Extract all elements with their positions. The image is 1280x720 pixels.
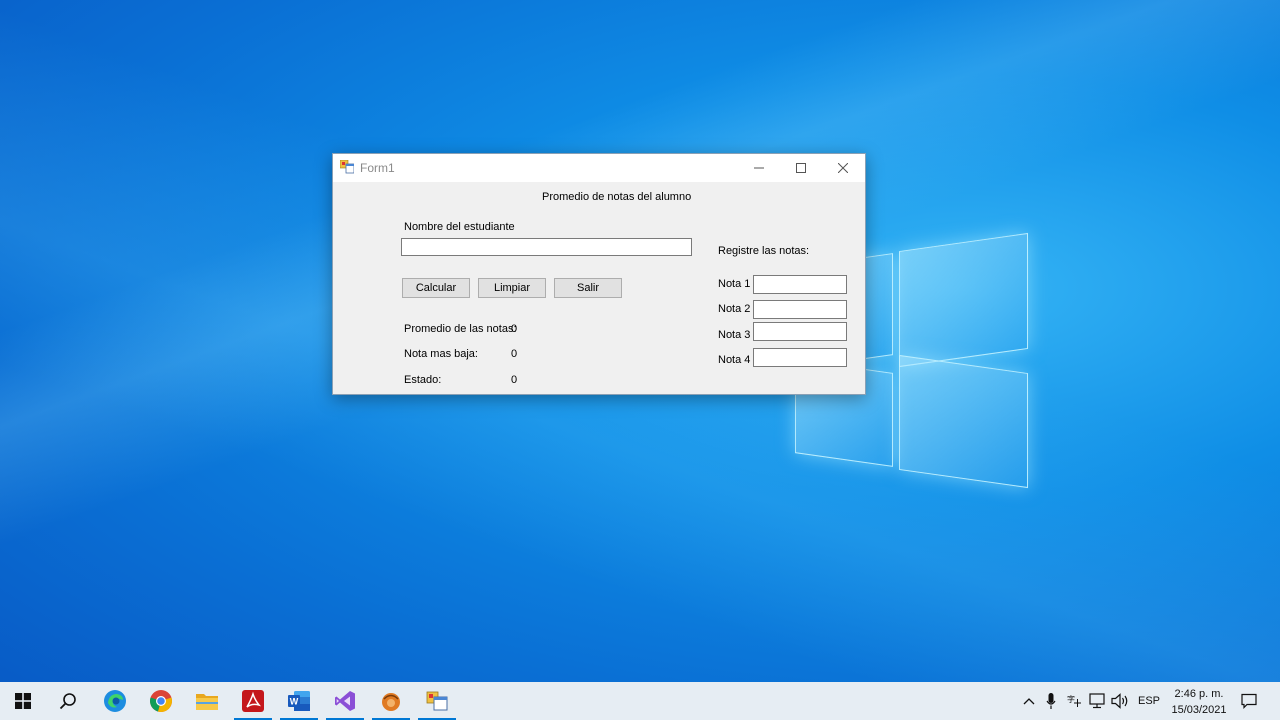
nota-2-label: Nota 2: [718, 303, 751, 315]
form-app-icon: [426, 691, 448, 711]
taskbar: W 字 ESP 2:46 p. m. 15/03/2021: [0, 682, 1280, 720]
nota-3-input[interactable]: [753, 322, 847, 341]
form-heading: Promedio de notas del alumno: [542, 191, 692, 203]
clock-date: 15/03/2021: [1171, 704, 1227, 716]
window-title: Form1: [360, 161, 395, 175]
language-indicator[interactable]: ESP: [1138, 695, 1160, 707]
acrobat-icon: [242, 690, 264, 712]
acrobat-taskbar-button[interactable]: [230, 682, 276, 720]
maximize-icon: [796, 163, 806, 173]
chrome-icon: [150, 690, 172, 713]
notifications-icon[interactable]: [1241, 693, 1257, 709]
chevron-up-icon[interactable]: [1023, 697, 1035, 705]
svg-text:W: W: [290, 697, 299, 707]
visual-studio-icon: [335, 691, 355, 711]
notas-heading: Registre las notas:: [718, 245, 810, 257]
nota-2-input[interactable]: [753, 300, 847, 319]
student-name-label: Nombre del estudiante: [404, 221, 515, 233]
nota-1-input[interactable]: [753, 275, 847, 294]
search-button[interactable]: [45, 682, 91, 720]
edge-icon: [104, 690, 126, 712]
calcular-button[interactable]: Calcular: [402, 278, 470, 298]
nota-4-input[interactable]: [753, 348, 847, 367]
svg-text:字: 字: [1067, 694, 1075, 704]
chrome-taskbar-button[interactable]: [138, 682, 184, 720]
edge-taskbar-button[interactable]: [92, 682, 138, 720]
clock[interactable]: 2:46 p. m. 15/03/2021: [1162, 686, 1236, 718]
form-app-icon: [340, 160, 354, 174]
limpiar-button[interactable]: Limpiar: [478, 278, 546, 298]
close-icon: [838, 163, 848, 173]
estado-value: 0: [511, 374, 518, 386]
salir-button[interactable]: Salir: [554, 278, 622, 298]
title-bar[interactable]: Form1: [333, 154, 865, 182]
promedio-label: Promedio de las notas:: [404, 323, 517, 335]
form-app-taskbar-button[interactable]: [414, 682, 460, 720]
word-taskbar-button[interactable]: W: [276, 682, 322, 720]
search-icon: [59, 693, 76, 710]
visual-studio-taskbar-button[interactable]: [322, 682, 368, 720]
app-taskbar-button[interactable]: [368, 682, 414, 720]
microphone-icon[interactable]: [1046, 693, 1056, 709]
nota-baja-label: Nota mas baja:: [404, 348, 478, 360]
network-icon[interactable]: [1089, 693, 1107, 709]
volume-icon[interactable]: [1111, 693, 1129, 709]
minimize-icon: [754, 167, 764, 169]
clock-time: 2:46 p. m.: [1174, 688, 1224, 700]
start-icon: [15, 693, 31, 709]
nota-baja-value: 0: [511, 348, 518, 360]
app-icon: [382, 693, 400, 711]
start-button[interactable]: [0, 682, 46, 720]
close-button[interactable]: [821, 154, 865, 182]
estado-label: Estado:: [404, 374, 442, 386]
nota-1-label: Nota 1: [718, 278, 751, 290]
file-explorer-taskbar-button[interactable]: [184, 682, 230, 720]
nota-4-label: Nota 4: [718, 354, 751, 366]
file-explorer-icon: [196, 694, 218, 710]
minimize-button[interactable]: [737, 154, 781, 182]
form1-window: Form1 Promedio de notas del alumno Nombr…: [332, 153, 866, 395]
nota-3-label: Nota 3: [718, 329, 751, 341]
input-method-icon[interactable]: 字: [1066, 693, 1082, 709]
maximize-button[interactable]: [779, 154, 823, 182]
student-name-input[interactable]: [401, 238, 692, 256]
word-icon: W: [288, 691, 310, 711]
promedio-value: 0: [511, 323, 518, 335]
